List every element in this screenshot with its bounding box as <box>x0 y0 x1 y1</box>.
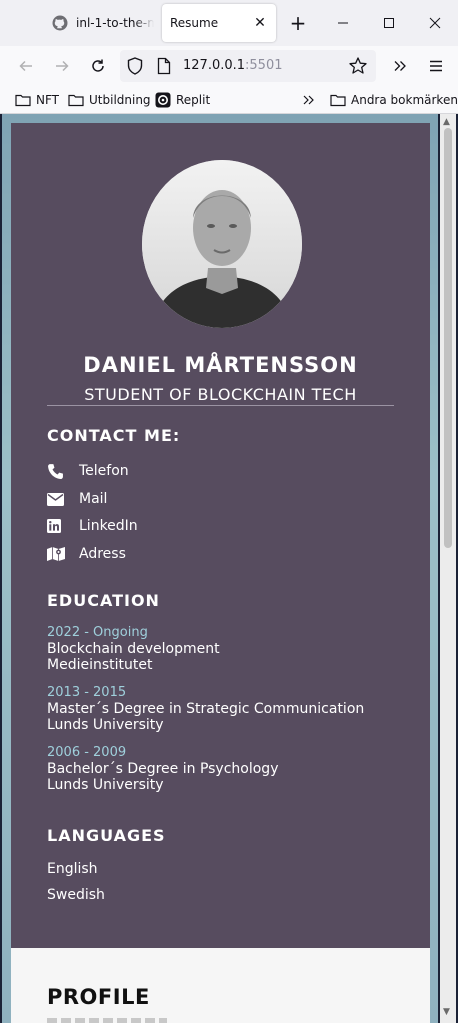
tab-title: Resume <box>170 16 219 30</box>
other-bookmarks[interactable]: Andra bokmärken <box>330 91 458 109</box>
page-icon[interactable] <box>156 57 172 79</box>
contact-linkedin[interactable]: LinkedIn <box>47 516 138 536</box>
person-role: STUDENT OF BLOCKCHAIN TECH <box>84 385 357 404</box>
bookmark-nft[interactable]: NFT <box>15 91 59 109</box>
shield-icon[interactable] <box>125 56 145 80</box>
close-window-button[interactable] <box>412 0 458 46</box>
folder-icon <box>330 94 346 107</box>
bookmarks-overflow-icon[interactable] <box>302 91 321 109</box>
minimize-button[interactable] <box>320 0 366 46</box>
education-item: 2022 - Ongoing Blockchain development Me… <box>47 625 220 673</box>
page-viewport: DANIEL MÅRTENSSON STUDENT OF BLOCKCHAIN … <box>0 114 458 1023</box>
folder-icon <box>15 94 31 107</box>
phone-icon <box>47 462 67 480</box>
replit-icon <box>155 92 171 108</box>
maximize-button[interactable] <box>366 0 412 46</box>
contact-mail[interactable]: Mail <box>47 489 107 509</box>
scroll-up-icon[interactable]: ▲ <box>443 117 450 127</box>
education-item: 2013 - 2015 Master´s Degree in Strategic… <box>47 685 365 733</box>
profile-text-peek <box>47 1018 167 1023</box>
bookmark-star-icon[interactable] <box>348 56 368 80</box>
contact-heading: CONTACT ME: <box>47 426 181 445</box>
contact-phone[interactable]: Telefon <box>47 461 129 481</box>
overflow-chevron-icon[interactable] <box>386 52 414 80</box>
map-icon <box>47 545 67 563</box>
hamburger-menu-icon[interactable] <box>422 52 450 80</box>
folder-icon <box>68 94 84 107</box>
tab-resume[interactable]: Resume ✕ <box>162 4 276 42</box>
bookmark-replit[interactable]: Replit <box>155 91 210 109</box>
back-arrow-icon[interactable] <box>12 52 40 80</box>
profile-heading: PROFILE <box>47 985 150 1009</box>
person-name: DANIEL MÅRTENSSON <box>83 353 358 377</box>
bookmarks-toolbar: NFT Utbildning Replit Andra bokmärken <box>0 86 458 114</box>
github-icon <box>52 15 68 31</box>
tab-github[interactable]: inl-1-to-the-moon <box>42 4 154 42</box>
new-tab-button[interactable]: + <box>286 11 310 35</box>
contact-address[interactable]: Adress <box>47 544 126 564</box>
forward-arrow-icon[interactable] <box>48 52 76 80</box>
profile-section: PROFILE <box>11 948 430 1023</box>
languages-heading: LANGUAGES <box>47 826 166 845</box>
vertical-scrollbar[interactable]: ▲ ▼ <box>440 114 456 1023</box>
envelope-icon <box>47 490 67 508</box>
navigation-toolbar: 127.0.0.1:5501 <box>0 46 458 86</box>
education-item: 2006 - 2009 Bachelor´s Degree in Psychol… <box>47 745 279 793</box>
language-item: English <box>47 861 98 877</box>
divider <box>47 405 394 406</box>
reload-icon[interactable] <box>84 52 112 80</box>
resume-sidebar: DANIEL MÅRTENSSON STUDENT OF BLOCKCHAIN … <box>11 123 430 948</box>
scroll-down-icon[interactable]: ▼ <box>443 1007 450 1017</box>
close-tab-icon[interactable]: ✕ <box>248 11 272 35</box>
url-bar[interactable]: 127.0.0.1:5501 <box>120 50 376 82</box>
language-item: Swedish <box>47 887 105 903</box>
education-heading: EDUCATION <box>47 591 160 610</box>
scroll-thumb[interactable] <box>444 128 452 548</box>
profile-photo <box>142 160 302 328</box>
tab-bar: inl-1-to-the-moon Resume ✕ + <box>0 0 458 46</box>
url-text[interactable]: 127.0.0.1:5501 <box>183 58 283 73</box>
tab-title: inl-1-to-the-moon <box>76 16 154 30</box>
bookmark-utbildning[interactable]: Utbildning <box>68 91 151 109</box>
linkedin-icon <box>47 517 67 535</box>
